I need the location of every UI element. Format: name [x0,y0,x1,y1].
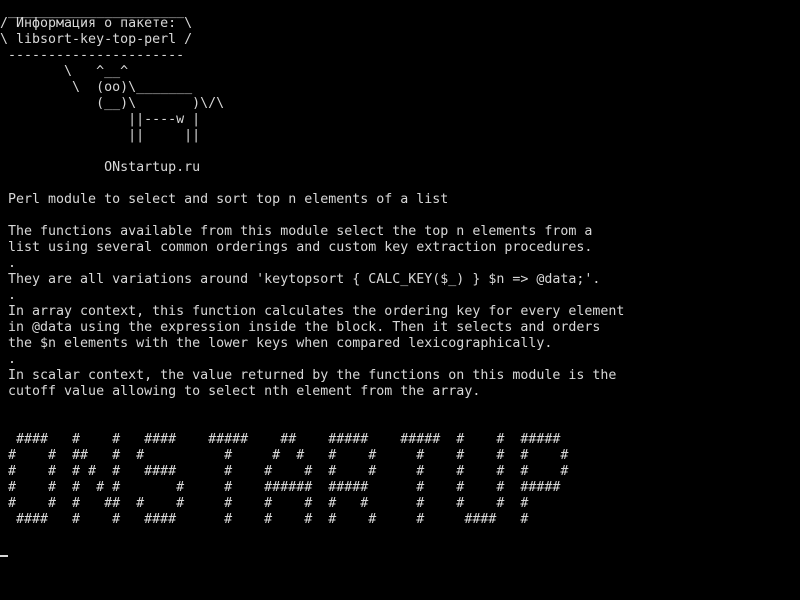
description-line: . [0,352,17,367]
cow-art-line: ||----w | [0,112,201,127]
description-line: . [0,256,17,271]
description-line: in @data using the expression inside the… [0,320,601,335]
description-line: In scalar context, the value returned by… [0,368,617,383]
description-line: list using several common orderings and … [0,240,593,255]
terminal-screen[interactable]: ______________________ / Информация о па… [0,0,800,600]
cowsay-bubble-bottom: ---------------------- [0,48,185,63]
description-line: cutoff value allowing to select nth elem… [0,384,481,399]
description-line: Perl module to select and sort top n ele… [0,192,449,207]
cowsay-bubble-line-2: \ libsort-key-top-perl / [0,32,193,47]
cow-art-line: || || [0,128,201,143]
ascii-banner-line: # # ## # # # # # # # # # # # # [0,448,569,463]
text-cursor [0,555,8,557]
description-line: They are all variations around 'keytopso… [0,272,601,287]
ascii-banner-line: #### # # #### ##### ## ##### ##### # # #… [0,432,561,447]
description-line: The functions available from this module… [0,224,593,239]
description-line: In array context, this function calculat… [0,304,625,319]
ascii-banner-line: # # # ## # # # # # # # # # # # [0,496,529,511]
ascii-banner-line: #### # # #### # # # # # # #### # [0,512,529,527]
ascii-banner-line: # # # # # #### # # # # # # # # # # [0,464,569,479]
cowsay-bubble-line-1: / Информация о пакете: \ [0,16,193,31]
site-name: ONstartup.ru [0,160,201,175]
description-line: the $n elements with the lower keys when… [0,336,553,351]
description-line: . [0,288,17,303]
ascii-banner-line: # # # # # # # ###### ##### # # # ##### [0,480,561,495]
cow-art-line: \ ^__^ [0,64,129,79]
cow-art-line: \ (oo)\_______ [0,80,193,95]
cow-art-line: (__)\ )\/\ [0,96,225,111]
